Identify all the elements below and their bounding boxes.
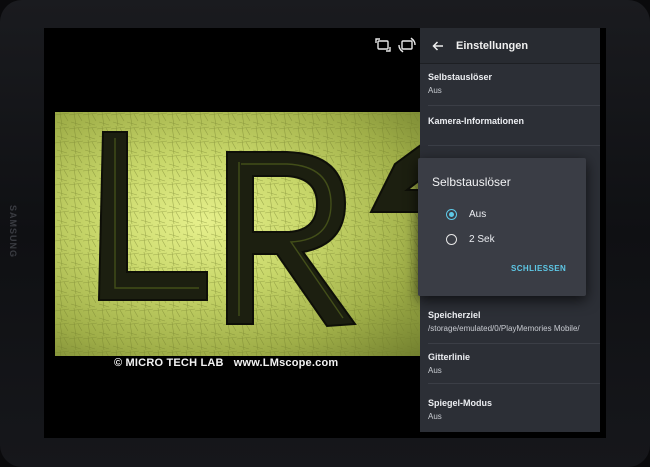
- rotate-camera-icon[interactable]: [374, 37, 392, 53]
- self-timer-dialog: Selbstauslöser Aus 2 Sek SCHLIESSEN: [418, 158, 586, 296]
- setting-self-timer[interactable]: Selbstauslöser Aus: [428, 72, 600, 106]
- settings-title: Einstellungen: [456, 39, 529, 52]
- option-2-sec[interactable]: 2 Sek: [446, 234, 495, 245]
- option-label: 2 Sek: [469, 234, 495, 245]
- caption-url: www.LMscope.com: [233, 357, 339, 369]
- setting-grid-lines[interactable]: Gitterlinie Aus: [428, 352, 600, 384]
- setting-title: Spiegel-Modus: [428, 398, 493, 408]
- radio-unselected-icon[interactable]: [446, 234, 457, 245]
- setting-title: Speicherziel: [428, 310, 481, 320]
- setting-value: Aus: [428, 412, 442, 421]
- setting-title: Selbstauslöser: [428, 72, 493, 82]
- camera-preview-image: [55, 112, 425, 356]
- close-button[interactable]: SCHLIESSEN: [511, 264, 566, 273]
- device-brand: SAMSUNG: [8, 205, 18, 259]
- tablet-frame: SAMSUNG © MICRO TECH LAB www.LMscope.com…: [0, 0, 650, 467]
- setting-title: Gitterlinie: [428, 352, 471, 362]
- settings-header: Einstellungen: [420, 28, 600, 64]
- option-label: Aus: [469, 209, 487, 220]
- copyright-caption: © MICRO TECH LAB www.LMscope.com: [114, 357, 338, 369]
- setting-storage-location[interactable]: Speicherziel /storage/emulated/0/PlayMem…: [428, 310, 600, 344]
- setting-title: Kamera-Informationen: [428, 116, 525, 126]
- setting-mirror-mode[interactable]: Spiegel-Modus Aus: [428, 398, 600, 428]
- setting-camera-info[interactable]: Kamera-Informationen: [428, 116, 600, 146]
- setting-value: /storage/emulated/0/PlayMemories Mobile/: [428, 324, 580, 333]
- back-arrow-icon[interactable]: [420, 40, 456, 52]
- setting-value: Aus: [428, 366, 442, 375]
- radio-selected-icon[interactable]: [446, 209, 457, 220]
- option-off[interactable]: Aus: [446, 209, 486, 220]
- dialog-title: Selbstauslöser: [432, 175, 511, 189]
- switch-camera-icon[interactable]: [398, 37, 416, 53]
- caption-copyright: © MICRO TECH LAB: [114, 357, 224, 369]
- setting-value: Aus: [428, 86, 442, 95]
- engraved-letters-graphic: [55, 112, 425, 356]
